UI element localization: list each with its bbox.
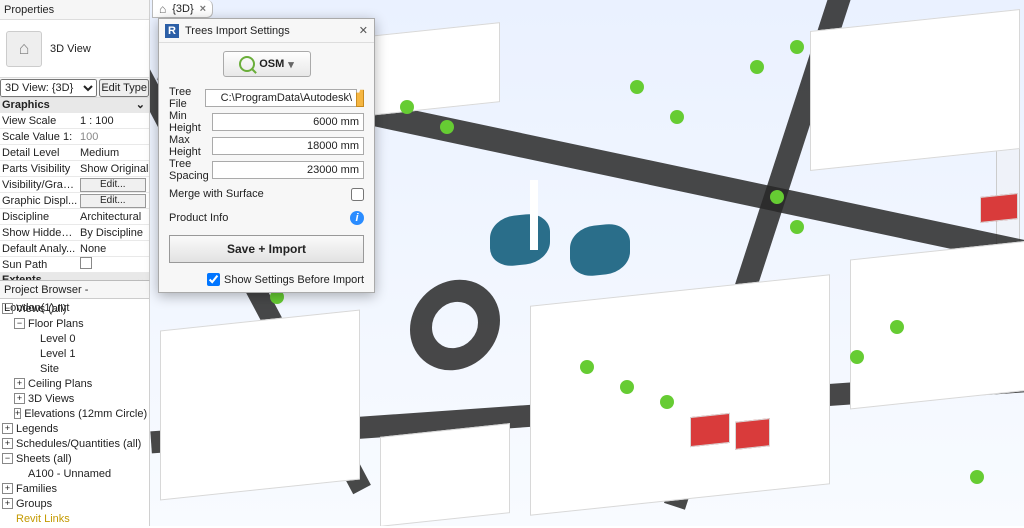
tree-floor-plans[interactable]: Floor Plans xyxy=(28,318,84,330)
edit-type-button[interactable]: Edit Type xyxy=(99,79,149,97)
browse-folder-button[interactable] xyxy=(356,89,364,107)
expand-icon[interactable]: + xyxy=(2,423,13,434)
prop-parts-visibility-label: Parts Visibility xyxy=(0,163,78,175)
prop-detail-level-value[interactable]: Medium xyxy=(78,147,149,159)
show-settings-checkbox[interactable] xyxy=(207,273,220,286)
prop-parts-visibility-value[interactable]: Show Original xyxy=(78,163,149,175)
type-selector[interactable]: ⌂ 3D View xyxy=(0,20,149,78)
osm-label: OSM xyxy=(259,58,284,70)
sun-path-checkbox[interactable] xyxy=(80,257,92,269)
close-dialog-button[interactable]: ✕ xyxy=(359,24,368,37)
properties-panel-title: Properties xyxy=(0,0,149,20)
view-instance-dropdown[interactable]: 3D View: {3D} xyxy=(0,79,97,97)
tree-level-1[interactable]: Level 1 xyxy=(40,348,75,360)
properties-panel: Properties ⌂ 3D View 3D View: {3D} Edit … xyxy=(0,0,150,280)
dialog-title: Trees Import Settings xyxy=(185,25,290,37)
project-browser-panel: Project Browser - London(1).rvt −Views (… xyxy=(0,280,150,526)
tree-groups[interactable]: Groups xyxy=(16,498,52,510)
merge-surface-checkbox[interactable] xyxy=(351,188,364,201)
save-import-button[interactable]: Save + Import xyxy=(169,235,364,263)
expand-icon[interactable]: − xyxy=(2,453,13,464)
tree-families[interactable]: Families xyxy=(16,483,57,495)
prop-view-scale-value[interactable]: 1 : 100 xyxy=(78,115,149,127)
tree-site[interactable]: Site xyxy=(40,363,59,375)
prop-visibility-graphics-label: Visibility/Grap... xyxy=(0,179,78,191)
prop-view-scale-label: View Scale xyxy=(0,115,78,127)
chevron-down-icon: ▾ xyxy=(288,58,294,71)
tree-sheets[interactable]: Sheets (all) xyxy=(16,453,72,465)
expand-icon[interactable]: + xyxy=(2,438,13,449)
expand-icon[interactable]: + xyxy=(2,483,13,494)
prop-discipline-value[interactable]: Architectural xyxy=(78,211,149,223)
merge-surface-label: Merge with Surface xyxy=(169,188,267,200)
visibility-graphics-edit-button[interactable]: Edit... xyxy=(80,178,146,192)
revit-logo-icon: R xyxy=(165,24,179,38)
prop-show-hidden-label: Show Hidden ... xyxy=(0,227,78,239)
prop-detail-level-label: Detail Level xyxy=(0,147,78,159)
tree-elevations[interactable]: Elevations (12mm Circle) xyxy=(24,408,147,420)
prop-scale-value-value: 100 xyxy=(78,131,149,143)
prop-show-hidden-value[interactable]: By Discipline xyxy=(78,227,149,239)
prop-discipline-label: Discipline xyxy=(0,211,78,223)
magnifier-icon xyxy=(239,56,255,72)
expand-icon[interactable]: + xyxy=(14,378,25,389)
tree-file-label: Tree File xyxy=(169,86,205,110)
tree-file-input[interactable] xyxy=(205,89,357,107)
min-height-label: Min Height xyxy=(169,110,212,134)
prop-sun-path-label: Sun Path xyxy=(0,259,78,271)
expand-icon[interactable]: − xyxy=(14,318,25,329)
tree-legends[interactable]: Legends xyxy=(16,423,58,435)
section-graphics[interactable]: Graphics⌄ xyxy=(0,98,149,113)
max-height-label: Max Height xyxy=(169,134,212,158)
tree-views-all[interactable]: Views (all) xyxy=(16,303,67,315)
product-info-label: Product Info xyxy=(169,212,267,224)
min-height-input[interactable] xyxy=(212,113,364,131)
prop-scale-value-label: Scale Value 1: xyxy=(0,131,78,143)
tree-ceiling-plans[interactable]: Ceiling Plans xyxy=(28,378,92,390)
show-settings-label: Show Settings Before Import xyxy=(224,274,364,286)
expand-icon[interactable]: + xyxy=(14,408,21,419)
project-browser-title: Project Browser - London(1).rvt xyxy=(0,281,149,299)
3d-view-icon: ⌂ xyxy=(6,31,42,67)
expand-icon[interactable]: + xyxy=(14,393,25,404)
tree-schedules[interactable]: Schedules/Quantities (all) xyxy=(16,438,141,450)
prop-default-analysis-value[interactable]: None xyxy=(78,243,149,255)
type-label: 3D View xyxy=(50,43,91,55)
tree-revit-links[interactable]: Revit Links xyxy=(16,513,70,525)
tree-sheet-a100[interactable]: A100 - Unnamed xyxy=(28,468,111,480)
info-icon[interactable]: i xyxy=(350,211,364,225)
expand-icon[interactable]: − xyxy=(2,303,13,314)
tree-spacing-input[interactable] xyxy=(212,161,364,179)
expand-icon[interactable]: + xyxy=(2,498,13,509)
trees-import-settings-dialog: R Trees Import Settings ✕ OSM ▾ Tree Fil… xyxy=(158,18,375,293)
max-height-input[interactable] xyxy=(212,137,364,155)
tree-3d-views[interactable]: 3D Views xyxy=(28,393,74,405)
prop-graphic-display-label: Graphic Displ... xyxy=(0,195,78,207)
prop-default-analysis-label: Default Analy... xyxy=(0,243,78,255)
tree-level-0[interactable]: Level 0 xyxy=(40,333,75,345)
osm-source-button[interactable]: OSM ▾ xyxy=(223,51,311,77)
graphic-display-edit-button[interactable]: Edit... xyxy=(80,194,146,208)
tree-spacing-label: Tree Spacing xyxy=(169,158,212,182)
